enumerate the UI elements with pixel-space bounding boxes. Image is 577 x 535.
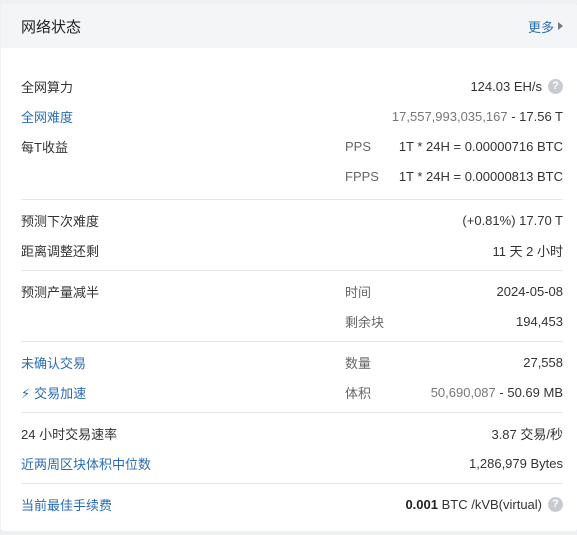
row-unconfirmed-count: 未确认交易 数量 27,558 [21, 347, 563, 377]
difficulty-raw: 17,557,993,035,167 [391, 108, 508, 124]
help-icon[interactable]: ? [548, 496, 563, 512]
row-block-median: 近两周区块体积中位数 1,286,979 Bytes [21, 448, 563, 478]
section-unconfirmed: 未确认交易 数量 27,558 ⚡︎ 交易加速 体积 50,690,087 - 5… [21, 342, 563, 412]
best-fee-value: 0.001 BTC /kVB(virtual) [405, 497, 542, 512]
next-difficulty-value: (+0.81%) 17.70 T [462, 212, 563, 228]
section-best-fee: 当前最佳手续费 0.001 BTC /kVB(virtual) ? [21, 484, 563, 519]
row-difficulty: 全网难度 17,557,993,035,167 - 17.56 T [21, 101, 563, 131]
best-fee-value-wrap: 0.001 BTC /kVB(virtual) ? [405, 489, 563, 519]
section-halving: 预测产量减半 时间 2024-05-08 剩余块 194,453 [21, 271, 563, 341]
difficulty-link[interactable]: 全网难度 [21, 107, 73, 126]
row-halving-blocks: 剩余块 194,453 [21, 306, 563, 336]
fpps-value: 1T * 24H = 0.00000813 BTC [398, 168, 563, 184]
section-difficulty-adjust: 预测下次难度 (+0.81%) 17.70 T 距离调整还剩 11 天 2 小时 [21, 200, 563, 270]
row-fpps: FPPS 1T * 24H = 0.00000813 BTC [21, 161, 563, 191]
earnings-label: 每T收益 [21, 139, 68, 155]
card-title: 网络状态 [21, 18, 82, 36]
row-next-difficulty: 预测下次难度 (+0.81%) 17.70 T [21, 205, 563, 235]
unconfirmed-size-raw: 50,690,087 [430, 384, 496, 400]
block-median-value: 1,286,979 Bytes [469, 455, 563, 471]
hashrate-value-wrap: 124.03 EH/s ? [470, 71, 563, 101]
more-label: 更多 [527, 19, 554, 35]
best-fee-unit: BTC /kVB(virtual) [437, 496, 542, 512]
adjust-remaining-label: 距离调整还剩 [21, 243, 100, 259]
hashrate-label: 全网算力 [21, 79, 74, 95]
unconfirmed-link[interactable]: 未确认交易 [21, 353, 86, 372]
row-halving-time: 预测产量减半 时间 2024-05-08 [21, 276, 563, 306]
halving-time-value: 2024-05-08 [496, 283, 564, 299]
best-fee-amount: 0.001 [405, 496, 438, 512]
unconfirmed-count-value: 27,558 [523, 354, 563, 370]
row-unconfirmed-size: ⚡︎ 交易加速 体积 50,690,087 - 50.69 MB [21, 377, 563, 407]
accelerate-link[interactable]: ⚡︎ 交易加速 [21, 383, 86, 402]
unconfirmed-size-value: 50.69 MB [507, 384, 563, 400]
pps-label: PPS [345, 138, 372, 154]
caret-right-icon [558, 22, 563, 30]
difficulty-separator: - [507, 108, 520, 124]
row-adjust-remaining: 距离调整还剩 11 天 2 小时 [21, 235, 563, 265]
difficulty-value: 17.56 T [519, 108, 563, 124]
tx-rate-value: 3.87 交易/秒 [491, 426, 563, 442]
row-best-fee: 当前最佳手续费 0.001 BTC /kVB(virtual) ? [21, 489, 563, 519]
lightning-icon: ⚡︎ [21, 385, 31, 401]
halving-blocks-label: 剩余块 [345, 314, 385, 330]
halving-time-label: 时间 [345, 284, 372, 300]
more-link[interactable]: 更多 [528, 17, 563, 36]
accelerate-label: 交易加速 [34, 385, 87, 401]
hashrate-value: 124.03 EH/s [470, 78, 542, 94]
section-hashrate: 全网算力 124.03 EH/s ? 全网难度 17,557,993,035,1… [21, 48, 563, 199]
unconfirmed-count-label: 数量 [345, 355, 372, 371]
row-hashrate: 全网算力 124.03 EH/s ? [21, 71, 563, 101]
unconfirmed-size-separator: - [495, 384, 508, 400]
halving-label: 预测产量减半 [21, 284, 100, 300]
best-fee-link[interactable]: 当前最佳手续费 [21, 495, 112, 514]
section-tx-stats: 24 小时交易速率 3.87 交易/秒 近两周区块体积中位数 1,286,979… [21, 413, 563, 483]
difficulty-value-wrap: 17,557,993,035,167 - 17.56 T [392, 101, 563, 131]
network-status-card: 网络状态 更多 全网算力 124.03 EH/s ? 全网难度 17,557,9… [1, 4, 577, 531]
block-median-link[interactable]: 近两周区块体积中位数 [21, 454, 151, 473]
row-pps: 每T收益 PPS 1T * 24H = 0.00000716 BTC [21, 131, 563, 161]
unconfirmed-size-label: 体积 [345, 385, 372, 401]
unconfirmed-size-wrap: 50,690,087 - 50.69 MB [431, 377, 563, 407]
tx-rate-label: 24 小时交易速率 [21, 426, 118, 442]
halving-blocks-value: 194,453 [516, 313, 563, 329]
next-difficulty-label: 预测下次难度 [21, 213, 100, 229]
pps-value: 1T * 24H = 0.00000716 BTC [398, 138, 563, 154]
row-tx-rate: 24 小时交易速率 3.87 交易/秒 [21, 418, 563, 448]
card-header: 网络状态 更多 [1, 4, 577, 48]
help-icon[interactable]: ? [548, 78, 563, 94]
fpps-label: FPPS [345, 168, 379, 184]
adjust-remaining-value: 11 天 2 小时 [492, 243, 563, 259]
